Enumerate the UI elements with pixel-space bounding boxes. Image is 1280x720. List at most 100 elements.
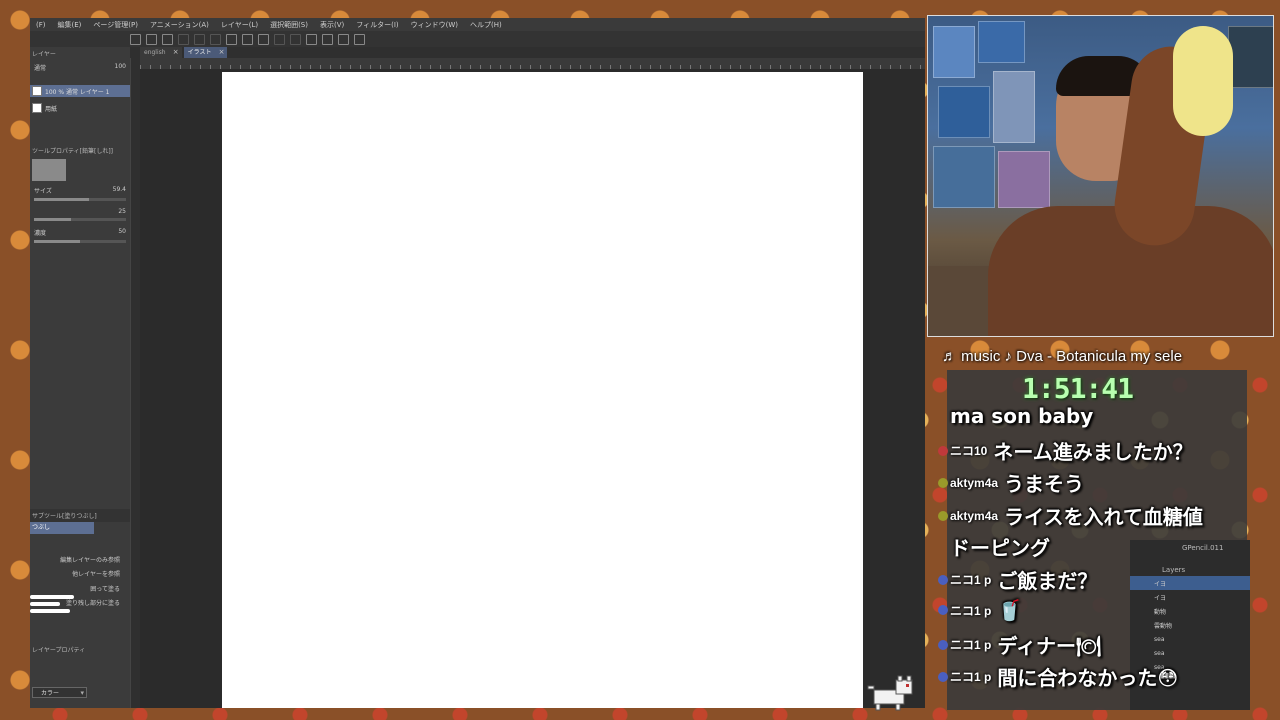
- blender-layer[interactable]: 動物: [1130, 604, 1250, 618]
- chat-username: ニコ10: [950, 444, 988, 458]
- hardness-value[interactable]: 25: [118, 208, 126, 215]
- upload-icon[interactable]: [178, 33, 189, 45]
- layer-label: 用紙: [45, 105, 58, 113]
- fill-icon[interactable]: [242, 33, 253, 45]
- hardness-row[interactable]: 25: [30, 205, 130, 218]
- blend-mode-row[interactable]: 通常 100: [30, 60, 130, 75]
- blender-layer[interactable]: sea: [1130, 632, 1250, 646]
- brush-stroke-preview: [30, 592, 76, 614]
- layer-row[interactable]: 用紙: [30, 102, 130, 114]
- pencil-icon[interactable]: [338, 33, 349, 45]
- chat-message: ニコ1 p ご飯まだ？: [938, 565, 1097, 594]
- help-icon[interactable]: [354, 33, 365, 45]
- gpencil-object[interactable]: GPencil.011: [1130, 542, 1250, 554]
- menu-animation[interactable]: アニメーション(A): [144, 20, 215, 30]
- pen-icon[interactable]: [322, 33, 333, 45]
- layer-thumbnail: [32, 86, 42, 96]
- wall-poster: [978, 21, 1025, 63]
- webcam-feed: [927, 15, 1274, 337]
- transform-icon[interactable]: [258, 33, 269, 45]
- user-badge-icon: [938, 574, 948, 585]
- user-badge-icon: [938, 445, 948, 456]
- plush-toy: [1173, 26, 1233, 136]
- tab-english[interactable]: english ×: [140, 47, 182, 58]
- subtool-title: サブツール[塗りつぶし]: [30, 509, 134, 522]
- save-icon[interactable]: [162, 33, 173, 45]
- redo-icon[interactable]: [210, 33, 221, 45]
- open-file-icon[interactable]: [146, 33, 157, 45]
- density-slider[interactable]: [34, 240, 126, 243]
- ruler-icon[interactable]: [306, 33, 317, 45]
- layer-label: 100 % 通常 レイヤー 1: [45, 88, 110, 96]
- subtool-selected[interactable]: つぶし: [30, 522, 94, 534]
- blender-layer[interactable]: sea: [1130, 646, 1250, 660]
- opacity-value[interactable]: 100: [115, 63, 126, 72]
- layer-panel-title: レイヤー: [32, 51, 56, 58]
- chat-message: aktym4a うまそう: [938, 468, 1085, 497]
- chat-message: ma son baby: [950, 404, 1093, 428]
- chat-message: ニコ1 p 間に合わなかった😳: [938, 662, 1179, 691]
- crop-icon[interactable]: [290, 33, 301, 45]
- chat-message: ニコ1 p 🥤: [938, 598, 1022, 622]
- menu-view[interactable]: 表示(V): [314, 20, 350, 30]
- blend-mode-select[interactable]: 通常: [34, 63, 46, 72]
- menu-edit[interactable]: 編集(E): [52, 20, 88, 30]
- menu-layer[interactable]: レイヤー(L): [215, 20, 264, 30]
- menu-help[interactable]: ヘルプ(H): [464, 20, 508, 30]
- size-label: サイズ: [34, 188, 52, 195]
- size-row[interactable]: サイズ 59.4: [30, 183, 130, 198]
- lasso-icon[interactable]: [226, 33, 237, 45]
- density-value[interactable]: 50: [118, 228, 126, 237]
- hardness-slider[interactable]: [34, 218, 126, 221]
- wall-poster: [933, 26, 975, 78]
- wall-poster: [938, 86, 990, 138]
- layer-thumbnail: [32, 103, 42, 113]
- chat-text: ドーピング: [950, 536, 1050, 560]
- canvas-tabs: english × イラスト ×: [130, 47, 925, 58]
- menu-bar: (F) 編集(E) ページ管理(P) アニメーション(A) レイヤー(L) 選択…: [30, 18, 925, 31]
- menu-filter[interactable]: フィルター(I): [350, 20, 404, 30]
- stream-timer: 1:51:41: [1022, 372, 1134, 405]
- size-value[interactable]: 59.4: [113, 186, 126, 195]
- subtool-option[interactable]: 囲って塗る: [90, 584, 120, 593]
- pixel-cat-icon: [867, 675, 913, 711]
- subtool-option[interactable]: 他レイヤーを参照: [72, 569, 120, 578]
- blender-layer[interactable]: 雲動物: [1130, 618, 1250, 632]
- menu-selection[interactable]: 選択範囲(S): [264, 20, 314, 30]
- menu-page[interactable]: ページ管理(P): [87, 20, 144, 30]
- user-badge-icon: [938, 639, 948, 650]
- chat-text: 間に合わなかった😳: [997, 666, 1179, 690]
- chat-message: ドーピング: [950, 532, 1050, 561]
- left-panel: レイヤー 通常 100 100 % 通常 レイヤー 1 用紙 ツールプロパティ[…: [30, 47, 134, 708]
- tab-illustration[interactable]: イラスト ×: [183, 47, 228, 58]
- canvas-area[interactable]: [140, 69, 925, 708]
- layers-header[interactable]: Layers: [1130, 564, 1250, 576]
- subtool-option[interactable]: 編集レイヤーのみ参照: [60, 555, 120, 564]
- horizontal-ruler: [140, 58, 925, 69]
- density-label: 濃度: [34, 230, 47, 237]
- brush-preview: [32, 159, 66, 181]
- user-badge-icon: [938, 671, 948, 682]
- close-icon[interactable]: ×: [173, 47, 179, 58]
- density-row[interactable]: 濃度 50: [30, 225, 130, 240]
- new-file-icon[interactable]: [130, 33, 141, 45]
- chat-username: aktym4a: [950, 475, 999, 490]
- chat-text: うまそう: [1004, 472, 1085, 496]
- chat-username: ニコ1 p: [950, 603, 992, 618]
- chat-username: ニコ1 p: [950, 638, 992, 652]
- color-select[interactable]: カラー: [32, 687, 87, 699]
- undo-icon[interactable]: [194, 33, 205, 45]
- layer-property-title: レイヤープロパティ: [32, 647, 86, 654]
- menu-file[interactable]: (F): [30, 21, 52, 29]
- menu-window[interactable]: ウィンドウ(W): [405, 20, 464, 30]
- user-badge-icon: [938, 477, 948, 488]
- tab-label: イラスト: [187, 49, 212, 56]
- close-icon[interactable]: ×: [219, 47, 225, 58]
- shelf: [1228, 26, 1273, 88]
- blender-layer[interactable]: イヨ: [1130, 590, 1250, 604]
- size-slider[interactable]: [34, 198, 126, 201]
- layer-row[interactable]: 100 % 通常 レイヤー 1: [30, 85, 130, 97]
- blender-layer[interactable]: イヨ: [1130, 576, 1250, 590]
- selection-icon[interactable]: [274, 33, 285, 45]
- drawing-canvas[interactable]: [222, 72, 863, 708]
